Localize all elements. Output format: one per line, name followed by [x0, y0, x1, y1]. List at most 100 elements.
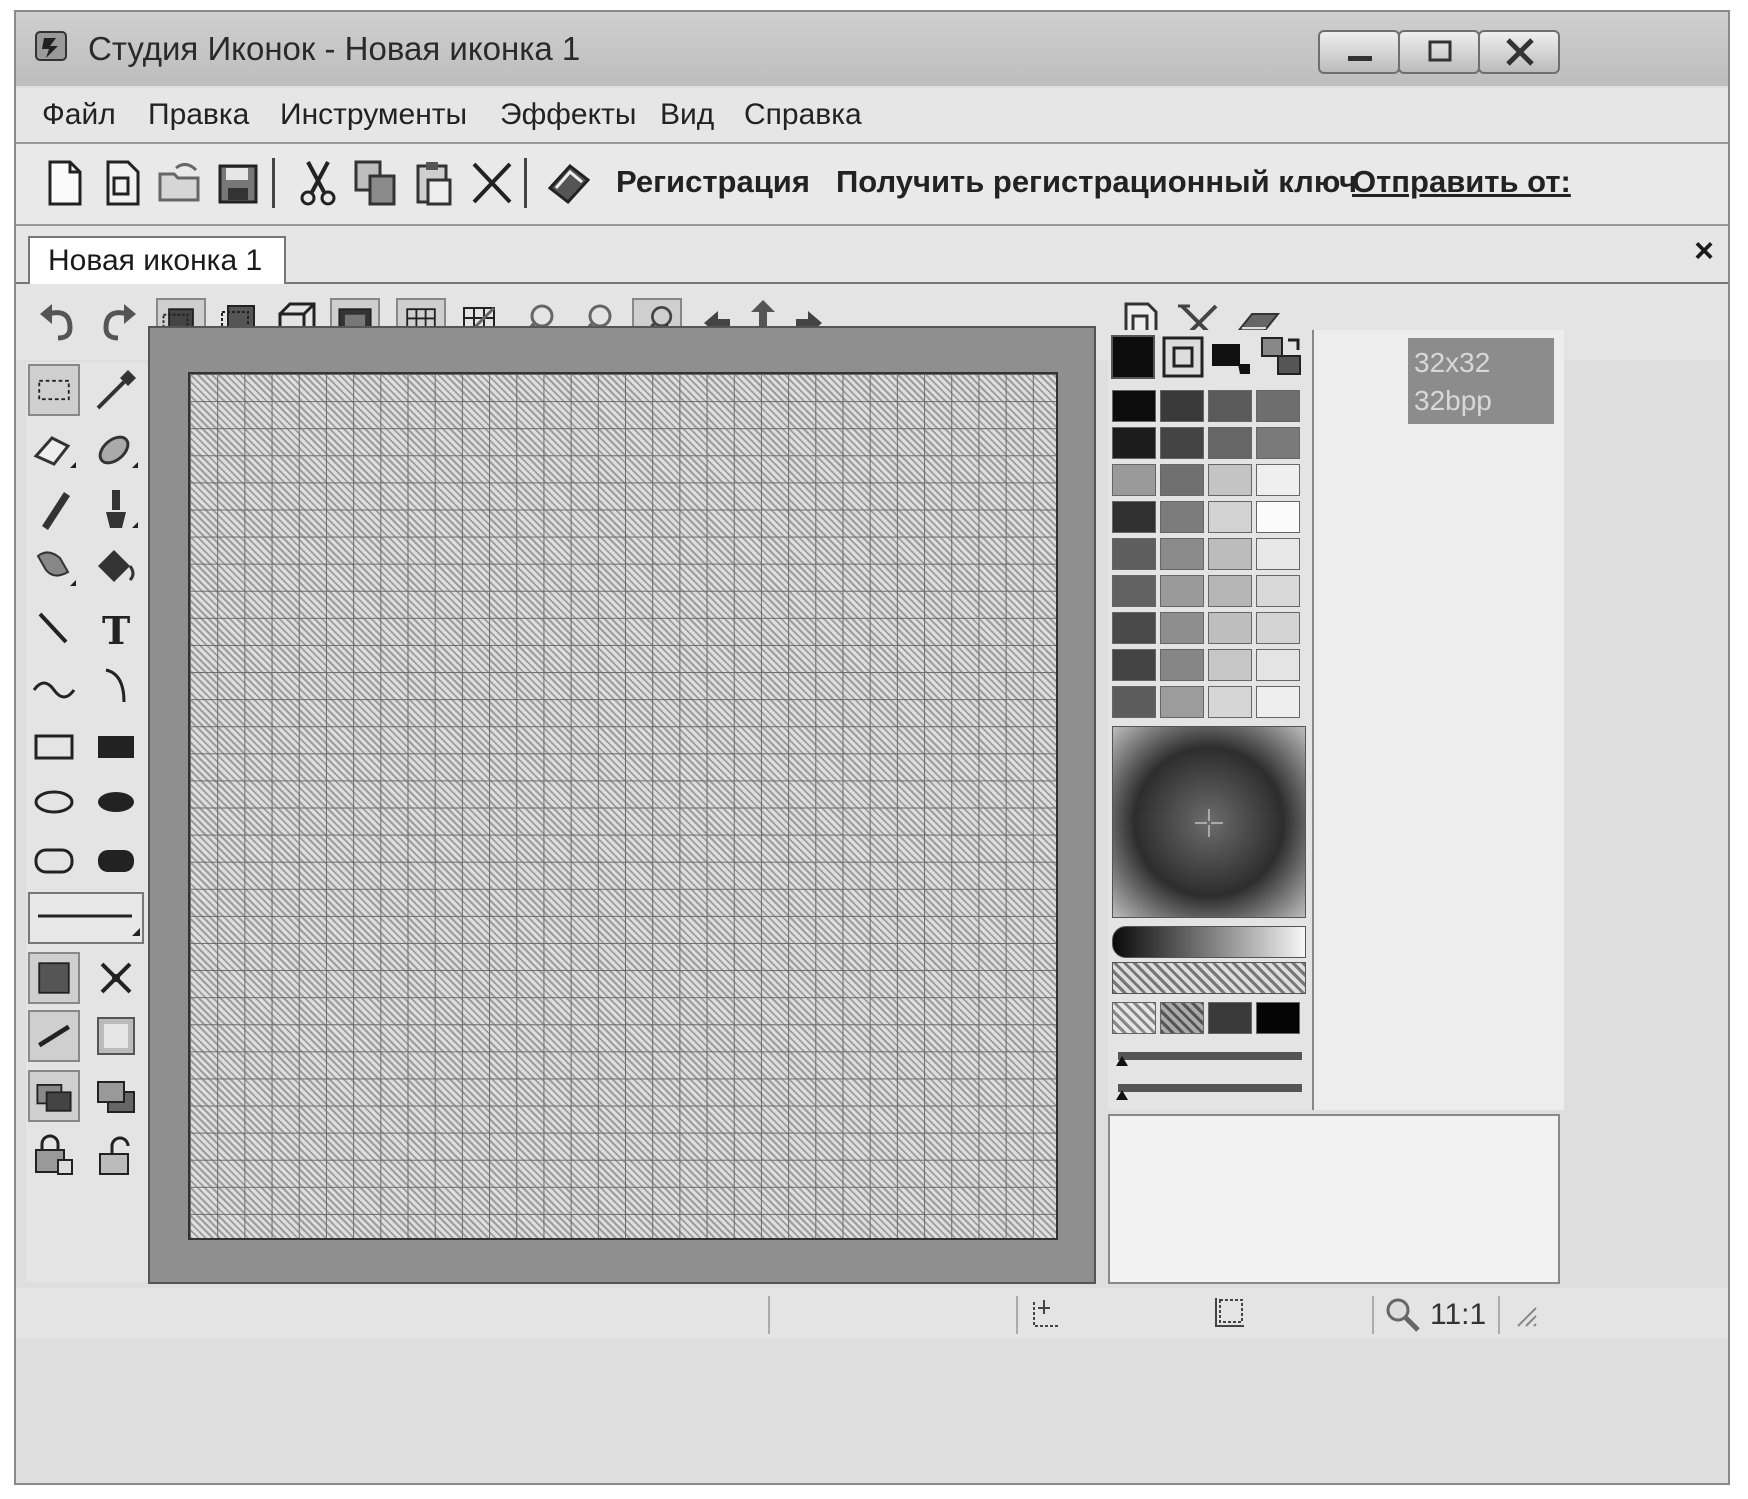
palette-swatch[interactable]	[1112, 427, 1156, 459]
save-icon[interactable]	[214, 158, 262, 208]
palette-swatch[interactable]	[1208, 686, 1252, 718]
menu-file[interactable]: Файл	[42, 98, 116, 132]
brightness-gradient[interactable]	[1112, 926, 1306, 958]
palette-swatch[interactable]	[1208, 649, 1252, 681]
palette-swatch[interactable]	[1256, 575, 1300, 607]
new-document-icon[interactable]	[98, 158, 146, 208]
undo-icon[interactable]	[34, 298, 84, 348]
palette-swatch[interactable]	[1208, 575, 1252, 607]
cut-icon[interactable]	[294, 158, 342, 208]
rectangle-icon[interactable]	[28, 720, 80, 772]
alpha-swatch-25[interactable]	[1112, 1002, 1156, 1034]
get-key-button[interactable]: Получить регистрационный ключ	[836, 164, 1357, 200]
palette-swatch[interactable]	[1208, 390, 1252, 422]
registration-book-icon[interactable]	[544, 158, 592, 208]
palette-swatch[interactable]	[1160, 390, 1204, 422]
palette-swatch[interactable]	[1256, 686, 1300, 718]
palette-swatch[interactable]	[1208, 501, 1252, 533]
palette-swatch[interactable]	[1160, 612, 1204, 644]
tab-new-icon-1[interactable]: Новая иконка 1	[28, 236, 286, 284]
title-bar[interactable]: Студия Иконок - Новая иконка 1	[16, 12, 1728, 86]
alpha-swatch-100[interactable]	[1256, 1002, 1300, 1034]
color-picker-icon[interactable]	[90, 364, 142, 416]
copy-icon[interactable]	[352, 158, 400, 208]
minimize-button[interactable]	[1318, 30, 1400, 74]
palette-swatch[interactable]	[1208, 427, 1252, 459]
arc-tool-icon[interactable]	[90, 660, 142, 712]
new-file-icon[interactable]	[40, 158, 88, 208]
delete-icon[interactable]	[468, 158, 516, 208]
palette-swatch[interactable]	[1160, 501, 1204, 533]
palette-swatch[interactable]	[1112, 575, 1156, 607]
line-width-selector[interactable]	[28, 892, 144, 944]
palette-swatch[interactable]	[1112, 501, 1156, 533]
antialias-icon[interactable]	[28, 1010, 80, 1062]
close-tab-icon[interactable]: ×	[1694, 232, 1714, 271]
palette-swatch[interactable]	[1112, 464, 1156, 496]
color-eraser-icon[interactable]	[90, 424, 142, 476]
paste-icon[interactable]	[410, 158, 458, 208]
solid-fill-icon[interactable]	[28, 952, 80, 1004]
pattern-fill-icon[interactable]	[90, 952, 142, 1004]
eraser-icon[interactable]	[28, 424, 80, 476]
open-folder-icon[interactable]	[156, 158, 204, 208]
pixel-canvas[interactable]	[188, 372, 1058, 1240]
palette-swatch[interactable]	[1112, 686, 1156, 718]
alpha-sliders[interactable]	[1112, 1046, 1304, 1106]
palette-swatch[interactable]	[1256, 612, 1300, 644]
palette-swatch[interactable]	[1208, 612, 1252, 644]
menu-tools[interactable]: Инструменты	[280, 98, 467, 132]
rounded-rect-icon[interactable]	[28, 834, 80, 886]
lock-image-icon[interactable]	[28, 1130, 80, 1182]
color-spectrum[interactable]	[1112, 726, 1306, 918]
primary-color-icon[interactable]	[1110, 334, 1156, 380]
airbrush-icon[interactable]	[28, 542, 80, 594]
palette-swatch[interactable]	[1112, 612, 1156, 644]
palette-swatch[interactable]	[1208, 538, 1252, 570]
ellipse-icon[interactable]	[28, 776, 80, 828]
line-tool-icon[interactable]	[28, 602, 80, 654]
palette-swatch[interactable]	[1160, 464, 1204, 496]
palette-swatch[interactable]	[1112, 390, 1156, 422]
gradient-fill-icon[interactable]	[90, 1010, 142, 1062]
close-button[interactable]	[1478, 30, 1560, 74]
maximize-button[interactable]	[1398, 30, 1480, 74]
filled-rectangle-icon[interactable]	[90, 720, 142, 772]
palette-swatch[interactable]	[1256, 427, 1300, 459]
palette-swatch[interactable]	[1256, 649, 1300, 681]
palette-swatch[interactable]	[1256, 390, 1300, 422]
palette-swatch[interactable]	[1160, 538, 1204, 570]
alpha-swatch-50[interactable]	[1160, 1002, 1204, 1034]
resize-grip-icon[interactable]	[1512, 1302, 1538, 1328]
rect-select-icon[interactable]	[28, 364, 80, 416]
filled-ellipse-icon[interactable]	[90, 776, 142, 828]
palette-swatch[interactable]	[1160, 686, 1204, 718]
palette-swatch[interactable]	[1112, 649, 1156, 681]
curve-tool-icon[interactable]	[28, 660, 80, 712]
swap-colors-icon[interactable]	[1258, 334, 1304, 380]
palette-swatch[interactable]	[1208, 464, 1252, 496]
palette-swatch[interactable]	[1160, 649, 1204, 681]
register-button[interactable]: Регистрация	[616, 164, 810, 200]
pencil-icon[interactable]	[28, 484, 80, 536]
text-tool-icon[interactable]: T	[90, 602, 142, 654]
menu-view[interactable]: Вид	[660, 98, 714, 132]
palette-swatch[interactable]	[1256, 538, 1300, 570]
palette-swatch[interactable]	[1256, 464, 1300, 496]
layers-back-icon[interactable]	[90, 1070, 142, 1122]
redo-icon[interactable]	[92, 298, 142, 348]
palette-swatch[interactable]	[1160, 427, 1204, 459]
menu-help[interactable]: Справка	[744, 98, 862, 132]
fill-bucket-icon[interactable]	[90, 542, 142, 594]
palette-swatch[interactable]	[1256, 501, 1300, 533]
format-item-32x32[interactable]: 32x32 32bpp	[1408, 338, 1554, 424]
filled-rounded-rect-icon[interactable]	[90, 834, 142, 886]
transparent-color-icon[interactable]	[1160, 334, 1206, 380]
brush-icon[interactable]	[90, 484, 142, 536]
layers-front-icon[interactable]	[28, 1070, 80, 1122]
palette-swatch[interactable]	[1112, 538, 1156, 570]
background-color-icon[interactable]	[1208, 334, 1254, 380]
send-from-button[interactable]: Отправить от:	[1352, 164, 1571, 200]
opacity-gradient[interactable]	[1112, 962, 1306, 994]
alpha-swatch-75[interactable]	[1208, 1002, 1252, 1034]
